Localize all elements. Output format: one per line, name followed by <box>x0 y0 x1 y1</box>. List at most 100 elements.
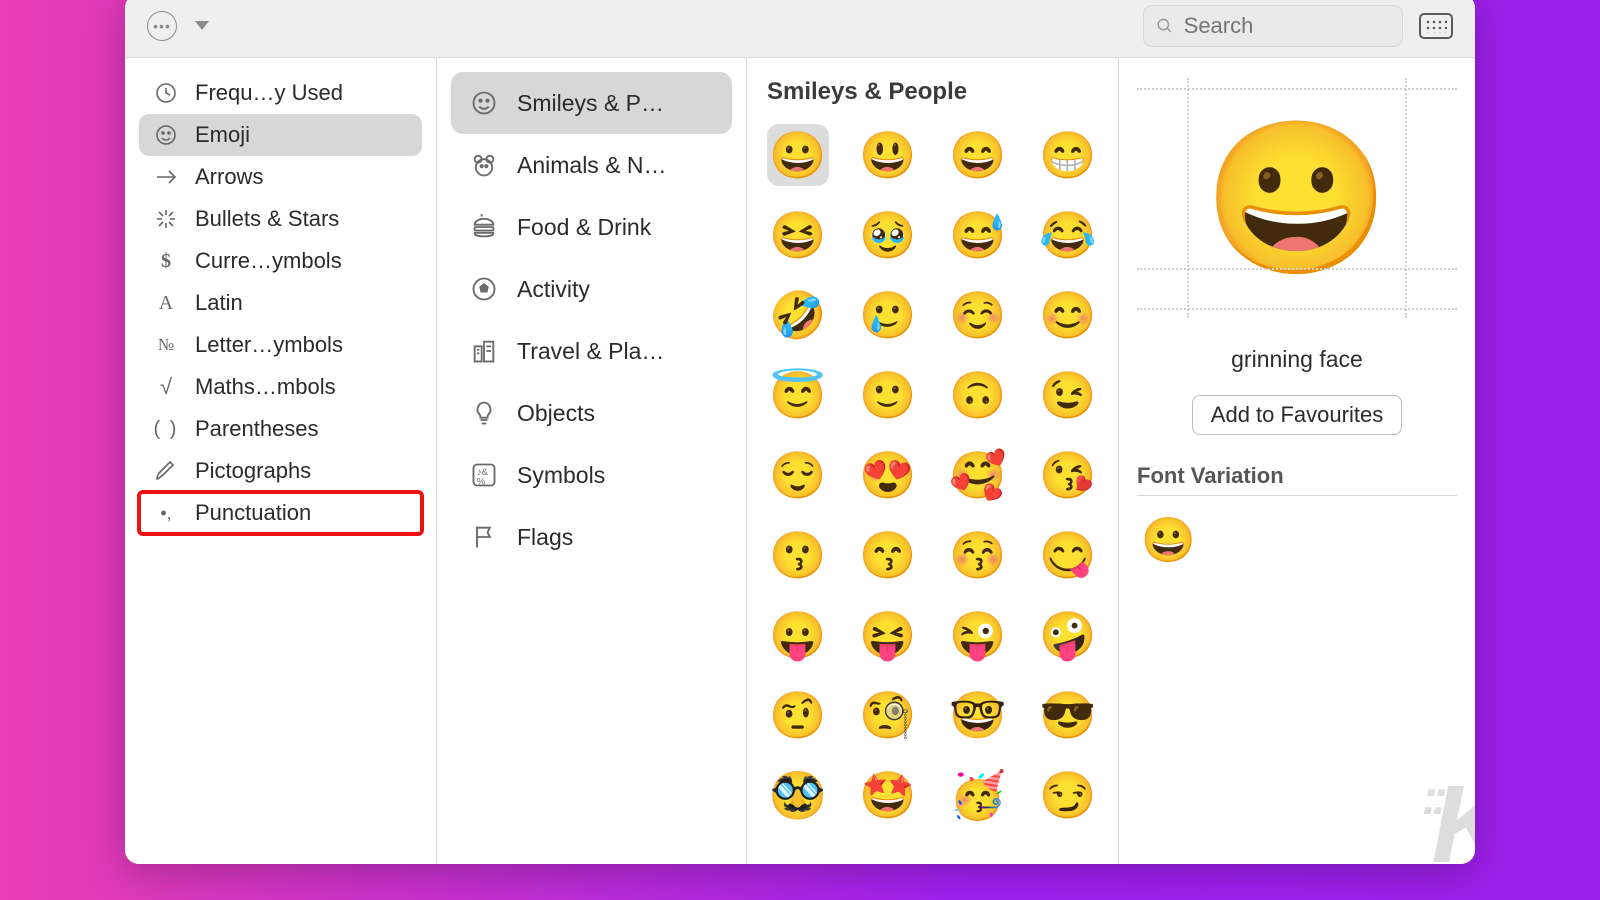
emoji-cell[interactable]: 😉 <box>1037 364 1099 426</box>
punct-icon: •, <box>153 500 179 526</box>
font-variation-item[interactable]: 😀 <box>1141 514 1457 566</box>
category-punctuation[interactable]: •, Punctuation <box>139 492 422 534</box>
emoji-cell[interactable]: 😍 <box>857 444 919 506</box>
subcategory-label: Activity <box>517 276 590 303</box>
subcategory-label: Objects <box>517 400 595 427</box>
search-icon <box>1156 16 1174 36</box>
font-variation-title: Font Variation <box>1137 463 1457 489</box>
emoji-cell[interactable]: 😚 <box>947 524 1009 586</box>
emoji-cell[interactable]: 😁 <box>1037 124 1099 186</box>
emoji-cell[interactable]: 🥸 <box>767 764 829 826</box>
subcategory-flags[interactable]: Flags <box>451 506 732 568</box>
subcategory-label: Smileys & P… <box>517 90 664 117</box>
category-label: Arrows <box>195 164 263 190</box>
emoji-cell[interactable]: 😙 <box>857 524 919 586</box>
numero-icon: № <box>153 332 179 358</box>
emoji-cell[interactable]: 😆 <box>767 204 829 266</box>
svg-text:%: % <box>477 476 485 486</box>
category-bullets-stars[interactable]: Bullets & Stars <box>139 198 422 240</box>
smiley-icon <box>153 122 179 148</box>
preview-emoji: 😀 <box>1204 123 1391 273</box>
subcategory-label: Food & Drink <box>517 214 651 241</box>
emoji-cell[interactable]: 🥳 <box>947 764 1009 826</box>
category-pictographs[interactable]: Pictographs <box>139 450 422 492</box>
category-label: Maths…mbols <box>195 374 336 400</box>
subcategory-label: Symbols <box>517 462 605 489</box>
emoji-cell[interactable]: 😋 <box>1037 524 1099 586</box>
search-field[interactable] <box>1143 5 1403 47</box>
emoji-cell[interactable]: 😌 <box>767 444 829 506</box>
category-label: Latin <box>195 290 243 316</box>
more-options-icon[interactable]: ••• <box>147 11 177 41</box>
emoji-cell[interactable]: 🥲 <box>857 284 919 346</box>
burger-icon <box>469 212 499 242</box>
emoji-cell[interactable]: 😜 <box>947 604 1009 666</box>
emoji-cell[interactable]: 🙂 <box>857 364 919 426</box>
city-icon <box>469 336 499 366</box>
subcategory-sidebar: Smileys & P… Animals & N… Food & Drink A… <box>437 58 747 864</box>
category-label: Emoji <box>195 122 250 148</box>
emoji-cell[interactable]: 🥰 <box>947 444 1009 506</box>
chevron-down-icon[interactable] <box>195 21 209 30</box>
divider <box>1137 495 1457 496</box>
emoji-cell[interactable]: 😄 <box>947 124 1009 186</box>
emoji-cell[interactable]: 😃 <box>857 124 919 186</box>
emoji-cell[interactable]: 😗 <box>767 524 829 586</box>
category-label: Frequ…y Used <box>195 80 343 106</box>
emoji-cell[interactable]: 🧐 <box>857 684 919 746</box>
emoji-cell[interactable]: 🙃 <box>947 364 1009 426</box>
subcategory-activity[interactable]: Activity <box>451 258 732 320</box>
category-emoji[interactable]: Emoji <box>139 114 422 156</box>
category-arrows[interactable]: Arrows <box>139 156 422 198</box>
subcategory-smileys-people[interactable]: Smileys & P… <box>451 72 732 134</box>
emoji-cell[interactable]: 😝 <box>857 604 919 666</box>
emoji-grid: 😀 😃 😄 😁 😆 🥹 😅 😂 🤣 🥲 ☺️ 😊 😇 🙂 🙃 😉 😌 😍 🥰 😘 😗 😙 😚 😋 😛 😝 😜 🤪 🤨 🧐 🤓 😎 🥸 🤩 🥳 😏 <box>763 120 1102 830</box>
category-latin[interactable]: A Latin <box>139 282 422 324</box>
category-maths[interactable]: √ Maths…mbols <box>139 366 422 408</box>
emoji-cell[interactable]: 😂 <box>1037 204 1099 266</box>
subcategory-animals-nature[interactable]: Animals & N… <box>451 134 732 196</box>
subcategory-label: Travel & Pla… <box>517 338 664 365</box>
keyboard-viewer-icon[interactable] <box>1419 13 1453 39</box>
emoji-cell[interactable]: 🤪 <box>1037 604 1099 666</box>
subcategory-label: Animals & N… <box>517 152 667 179</box>
flag-icon <box>469 522 499 552</box>
category-label: Bullets & Stars <box>195 206 339 232</box>
smiley-icon <box>469 88 499 118</box>
parens-icon: ( ) <box>153 416 179 442</box>
emoji-cell[interactable]: 🤣 <box>767 284 829 346</box>
emoji-cell[interactable]: 😏 <box>1037 764 1099 826</box>
emoji-cell[interactable]: 🥹 <box>857 204 919 266</box>
preview-frame: 😀 <box>1137 78 1457 318</box>
dollar-icon: $ <box>153 248 179 274</box>
emoji-cell[interactable]: ☺️ <box>947 284 1009 346</box>
emoji-cell[interactable]: 😎 <box>1037 684 1099 746</box>
emoji-cell[interactable]: 😀 <box>767 124 829 186</box>
category-letterlike[interactable]: № Letter…ymbols <box>139 324 422 366</box>
category-currency[interactable]: $ Curre…ymbols <box>139 240 422 282</box>
emoji-cell[interactable]: 🤩 <box>857 764 919 826</box>
category-sidebar: Frequ…y Used Emoji Arrows Bullets & Star… <box>125 58 437 864</box>
hand-write-icon <box>153 458 179 484</box>
search-input[interactable] <box>1184 13 1390 39</box>
subcategory-food-drink[interactable]: Food & Drink <box>451 196 732 258</box>
category-parentheses[interactable]: ( ) Parentheses <box>139 408 422 450</box>
emoji-cell[interactable]: 😇 <box>767 364 829 426</box>
category-label: Pictographs <box>195 458 311 484</box>
emoji-cell[interactable]: 😅 <box>947 204 1009 266</box>
subcategory-objects[interactable]: Objects <box>451 382 732 444</box>
category-label: Parentheses <box>195 416 319 442</box>
character-viewer-window: ••• Frequ…y Used Emoji Arrows <box>125 0 1475 864</box>
emoji-cell[interactable]: 🤨 <box>767 684 829 746</box>
subcategory-label: Flags <box>517 524 573 551</box>
add-to-favourites-button[interactable]: Add to Favourites <box>1192 395 1402 435</box>
preview-panel: 😀 grinning face Add to Favourites Font V… <box>1119 58 1475 864</box>
emoji-cell[interactable]: 😊 <box>1037 284 1099 346</box>
emoji-cell[interactable]: 😘 <box>1037 444 1099 506</box>
category-frequently-used[interactable]: Frequ…y Used <box>139 72 422 114</box>
emoji-cell[interactable]: 🤓 <box>947 684 1009 746</box>
emoji-cell[interactable]: 😛 <box>767 604 829 666</box>
symbols-icon: ♪&% <box>469 460 499 490</box>
subcategory-symbols[interactable]: ♪&% Symbols <box>451 444 732 506</box>
subcategory-travel-places[interactable]: Travel & Pla… <box>451 320 732 382</box>
